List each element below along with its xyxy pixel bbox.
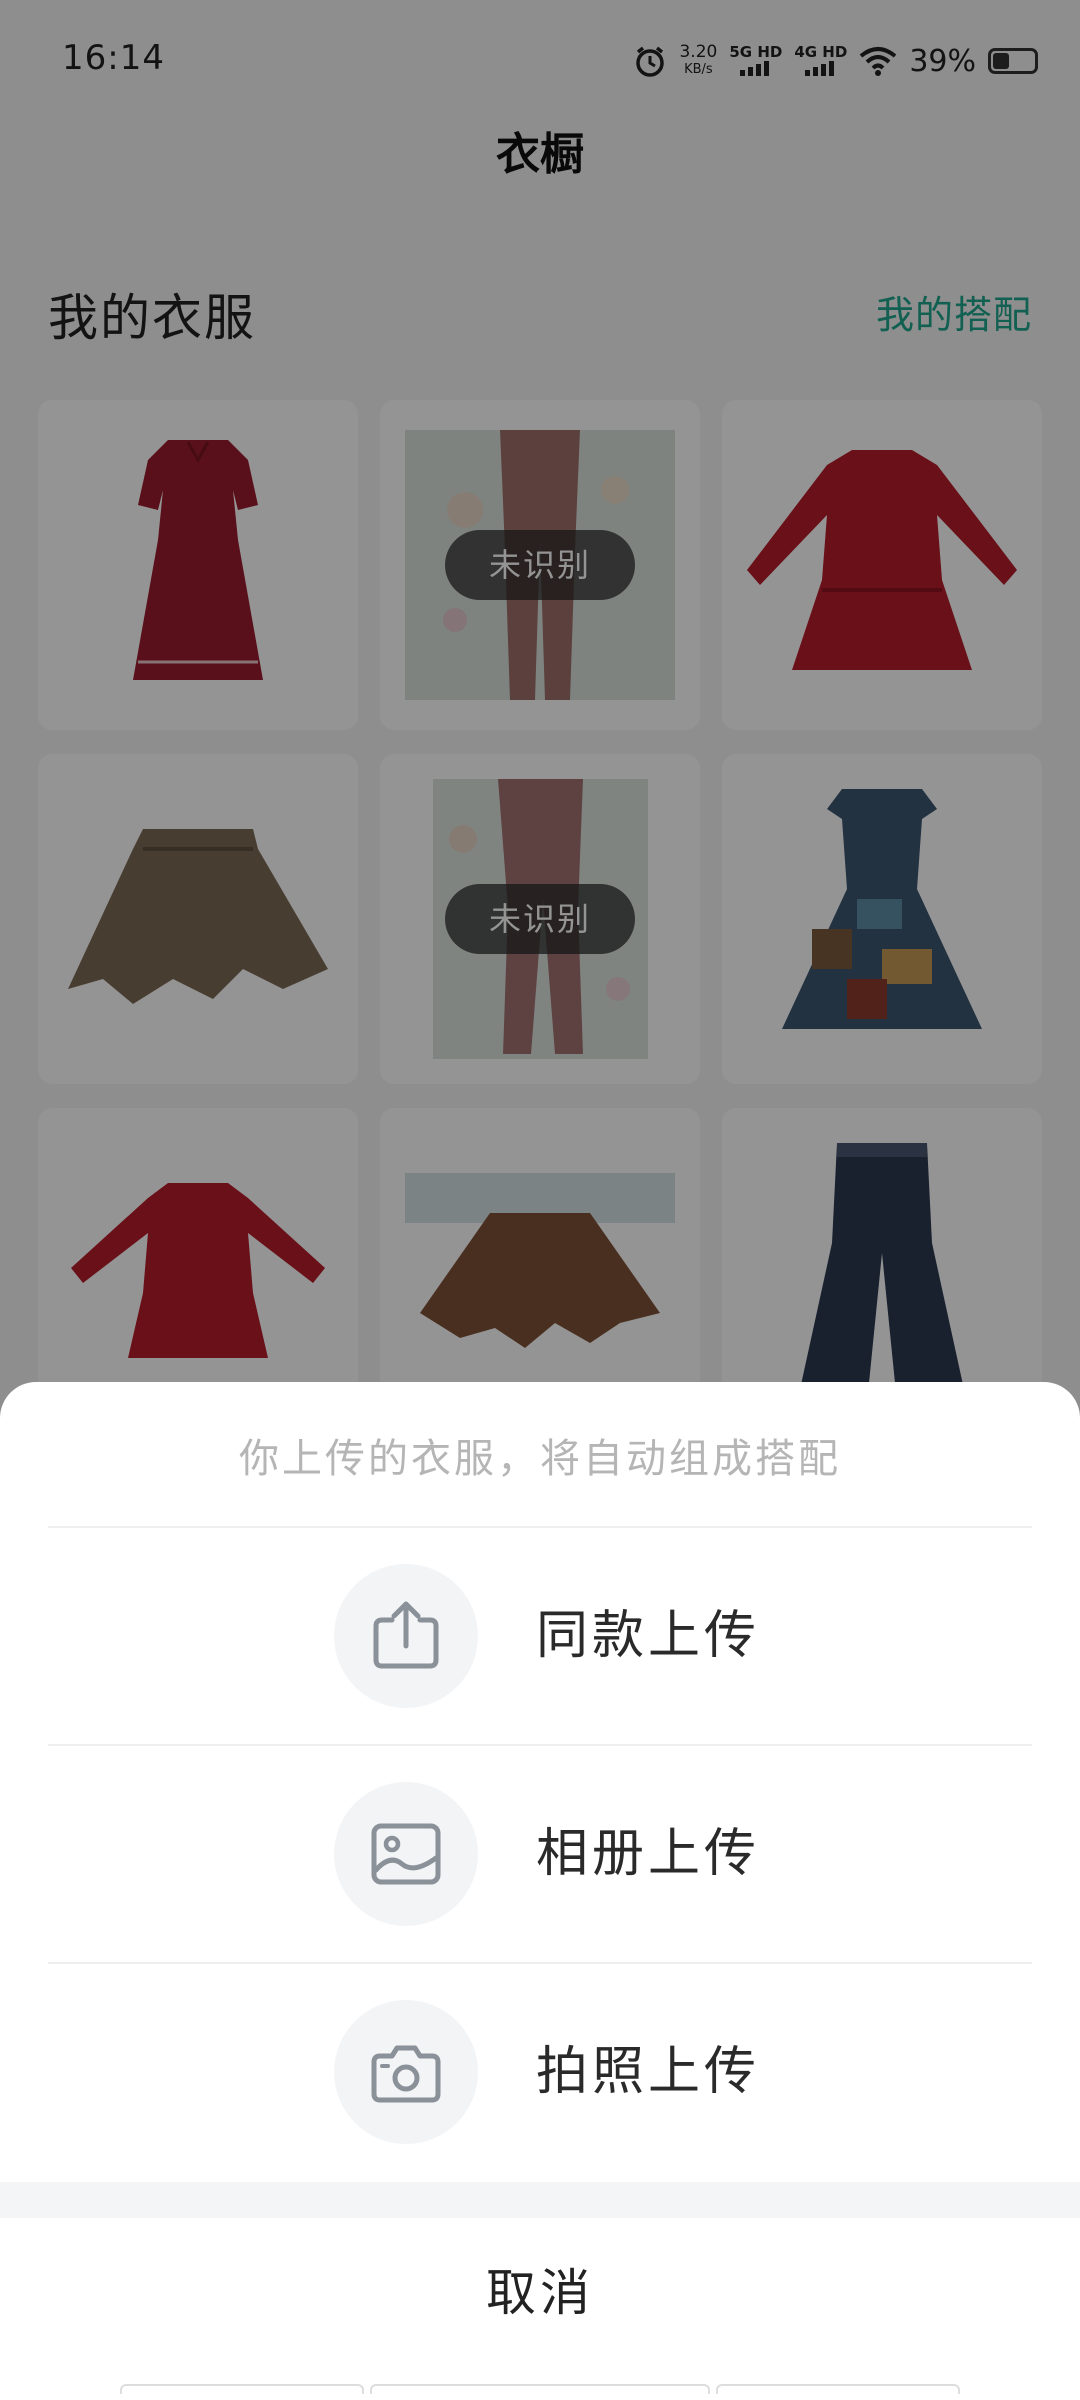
upload-bottom-sheet: 你上传的衣服，将自动组成搭配 同款上传 相册上传 拍照上传 取消 (0, 1382, 1080, 2400)
camera-upload-option[interactable]: 拍照上传 (0, 1964, 1080, 2180)
option-icon-circle (334, 2000, 478, 2144)
camera-icon (371, 2045, 441, 2103)
nav-segment (370, 2384, 710, 2394)
sheet-gap (0, 2182, 1080, 2218)
option-label: 相册上传 (536, 1824, 761, 1884)
option-icon-circle (334, 1782, 478, 1926)
album-upload-option[interactable]: 相册上传 (0, 1746, 1080, 1962)
same-style-upload-option[interactable]: 同款上传 (0, 1528, 1080, 1744)
nav-segment (716, 2384, 960, 2394)
nav-segment (120, 2384, 364, 2394)
photo-album-icon (371, 1823, 441, 1885)
option-label: 拍照上传 (536, 2042, 761, 2102)
option-icon-circle (334, 1564, 478, 1708)
option-label: 同款上传 (536, 1606, 761, 1666)
sheet-hint: 你上传的衣服，将自动组成搭配 (239, 1436, 841, 1482)
cancel-button[interactable]: 取消 (0, 2218, 1080, 2368)
share-upload-icon (373, 1601, 439, 1669)
keyboard-hint-bar (120, 2384, 960, 2394)
